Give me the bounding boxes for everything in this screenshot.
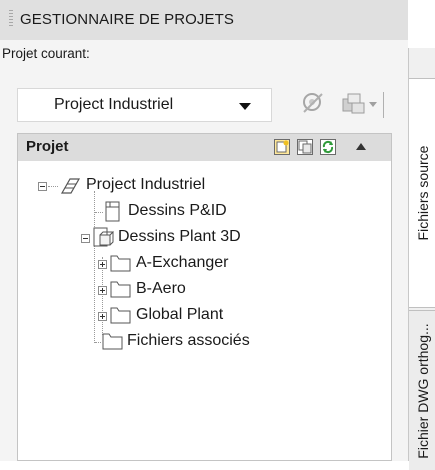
collapse-toggle-icon[interactable]	[81, 234, 90, 243]
folder-icon	[102, 333, 123, 350]
pid-drawings-icon	[105, 201, 120, 222]
tree-item-label: Project Industriel	[86, 176, 206, 193]
current-project-value: Project Industriel	[54, 96, 174, 113]
project-icon	[60, 178, 81, 194]
tree-item-a-exchanger[interactable]: A-Exchanger	[18, 252, 388, 276]
tree-item-global-plant[interactable]: Global Plant	[18, 304, 388, 328]
project-manager-palette: GESTIONNAIRE DE PROJETS Projet courant: …	[0, 0, 408, 461]
tab-ortho-dwg-files[interactable]: Fichier DWG orthog...	[409, 310, 435, 470]
publish-dropdown-caret-icon[interactable]	[369, 102, 377, 107]
project-tree-title: Projet	[26, 138, 69, 155]
tree-item-b-aero[interactable]: B-Aero	[18, 278, 388, 302]
tab-source-files[interactable]: Fichiers source	[409, 78, 435, 308]
new-drawing-icon[interactable]	[274, 139, 290, 155]
tree-item-associated-files[interactable]: Fichiers associés	[18, 330, 388, 354]
collapse-toggle-icon[interactable]	[38, 182, 47, 191]
tree-item-label: Fichiers associés	[127, 332, 250, 349]
tree-item-root[interactable]: Project Industriel	[18, 174, 388, 198]
refresh-icon[interactable]	[320, 139, 336, 155]
palette-grip-handle[interactable]	[9, 10, 13, 28]
tree-item-label: Dessins P&ID	[128, 202, 227, 219]
toolbar-separator	[383, 92, 384, 118]
expand-toggle-icon[interactable]	[98, 260, 107, 269]
expand-toggle-icon[interactable]	[98, 286, 107, 295]
palette-title-bar[interactable]: GESTIONNAIRE DE PROJETS	[0, 0, 408, 40]
folder-icon	[110, 281, 131, 298]
collapse-icon[interactable]	[356, 143, 366, 150]
publish-icon[interactable]	[340, 90, 368, 116]
tree-item-label: Global Plant	[136, 306, 224, 323]
tree-item-label: Dessins Plant 3D	[118, 228, 241, 245]
side-tab-strip: Fichiers source Fichier DWG orthog...	[408, 48, 435, 470]
folder-icon	[110, 255, 131, 272]
tree-item-label: B-Aero	[136, 280, 186, 297]
current-project-label: Projet courant:	[2, 46, 90, 61]
current-project-dropdown[interactable]: Project Industriel	[17, 88, 272, 122]
plant3d-drawings-icon	[93, 227, 114, 247]
tree-item-plant3d-drawings[interactable]: Dessins Plant 3D	[18, 226, 388, 250]
project-tree-panel: Projet Project Industriel Dessins P&ID D…	[17, 133, 392, 461]
tab-label: Fichier DWG orthog...	[414, 322, 431, 459]
expand-toggle-icon[interactable]	[98, 312, 107, 321]
copy-drawing-icon[interactable]	[297, 139, 313, 155]
project-settings-icon[interactable]	[298, 90, 328, 116]
project-tree-header: Projet	[18, 134, 391, 161]
folder-icon	[110, 307, 131, 324]
tree-item-label: A-Exchanger	[136, 254, 229, 271]
palette-title: GESTIONNAIRE DE PROJETS	[20, 11, 234, 28]
tab-label: Fichiers source	[414, 145, 431, 241]
chevron-down-icon	[239, 103, 251, 110]
tree-item-pid-drawings[interactable]: Dessins P&ID	[18, 200, 388, 224]
